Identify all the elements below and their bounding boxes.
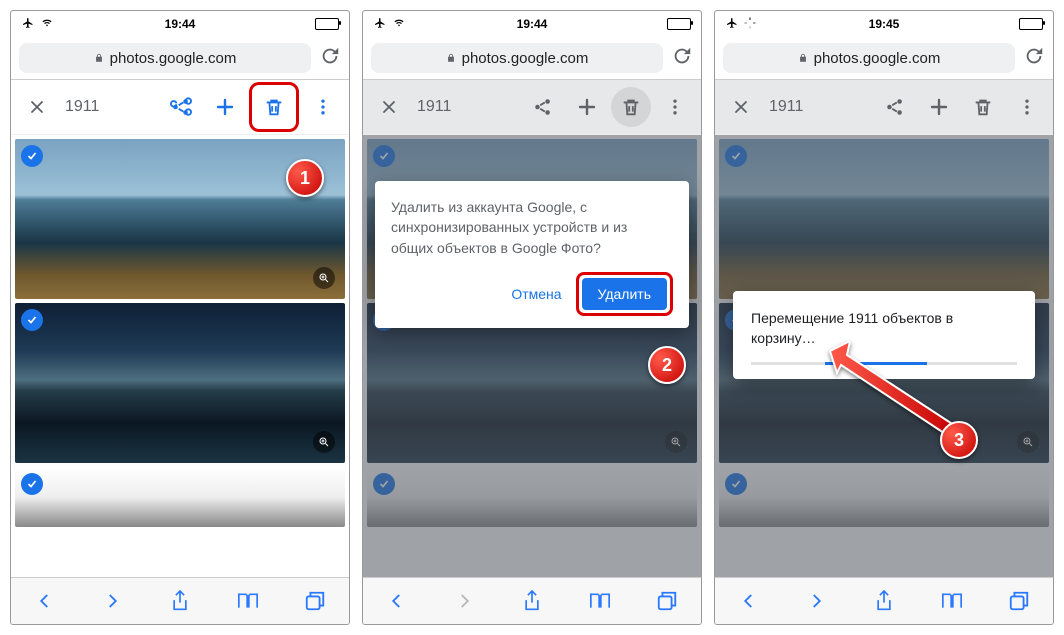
battery-icon [315, 18, 339, 30]
url-text: photos.google.com [110, 50, 237, 67]
reload-icon[interactable] [1023, 45, 1045, 72]
overflow-menu-button [1007, 87, 1047, 127]
lock-icon [798, 52, 808, 64]
status-time: 19:45 [715, 17, 1053, 31]
back-button[interactable] [28, 584, 62, 618]
trash-button[interactable] [254, 87, 294, 127]
add-to-button[interactable] [567, 87, 607, 127]
selection-count: 1911 [417, 98, 451, 116]
selection-toolbar: 1911 [363, 80, 701, 135]
selection-count: 1911 [65, 98, 99, 116]
close-selection-button[interactable] [369, 87, 409, 127]
selected-check-icon [373, 473, 395, 495]
tabs-button[interactable] [1002, 584, 1036, 618]
selected-check-icon [21, 309, 43, 331]
safari-share-button[interactable] [515, 584, 549, 618]
url-pill[interactable]: photos.google.com [723, 43, 1015, 73]
battery-icon [667, 18, 691, 30]
trash-button [963, 87, 1003, 127]
safari-share-button[interactable] [163, 584, 197, 618]
close-selection-button [721, 87, 761, 127]
share-button [875, 87, 915, 127]
back-button[interactable] [380, 584, 414, 618]
popover-message: Удалить из аккаунта Google, с синхронизи… [391, 197, 673, 258]
share-button[interactable] [523, 87, 563, 127]
bookmarks-button[interactable] [935, 584, 969, 618]
loading-spinner-icon [744, 17, 756, 32]
annotation-step-3: 3 [940, 421, 978, 459]
wifi-icon [392, 17, 406, 31]
lock-icon [94, 52, 104, 64]
delete-confirm-popover: Удалить из аккаунта Google, с синхронизи… [375, 181, 689, 328]
url-text: photos.google.com [814, 50, 941, 67]
zoom-icon [665, 431, 687, 453]
photo-thumbnail [719, 467, 1049, 527]
delete-button-highlight: Удалить [576, 272, 673, 316]
add-to-button [919, 87, 959, 127]
overflow-menu-button[interactable] [303, 87, 343, 127]
selected-check-icon [725, 145, 747, 167]
reload-icon[interactable] [671, 45, 693, 72]
url-text: photos.google.com [462, 50, 589, 67]
share-button[interactable] [161, 87, 201, 127]
zoom-icon [1017, 431, 1039, 453]
zoom-icon[interactable] [313, 267, 335, 289]
safari-address-bar: photos.google.com [715, 37, 1053, 80]
photo-grid[interactable] [11, 135, 349, 577]
battery-icon [1019, 18, 1043, 30]
safari-bottom-bar [715, 577, 1053, 624]
delete-button[interactable]: Удалить [582, 278, 667, 310]
forward-button[interactable] [95, 584, 129, 618]
url-pill[interactable]: photos.google.com [371, 43, 663, 73]
photo-thumbnail [367, 467, 697, 527]
selection-toolbar: 1911 [715, 80, 1053, 135]
lock-icon [446, 52, 456, 64]
safari-bottom-bar [363, 577, 701, 624]
bookmarks-button[interactable] [231, 584, 265, 618]
trash-button-highlight [249, 82, 299, 132]
selected-check-icon [21, 145, 43, 167]
status-time: 19:44 [363, 17, 701, 31]
photo-thumbnail [719, 139, 1049, 299]
overflow-menu-button[interactable] [655, 87, 695, 127]
add-to-button[interactable] [205, 87, 245, 127]
screenshot-1: 19:44 photos.google.com 1911 1 [10, 10, 350, 625]
tabs-button[interactable] [650, 584, 684, 618]
forward-button[interactable] [799, 584, 833, 618]
status-time: 19:44 [11, 17, 349, 31]
safari-share-button[interactable] [867, 584, 901, 618]
bookmarks-button[interactable] [583, 584, 617, 618]
url-pill[interactable]: photos.google.com [19, 43, 311, 73]
status-bar: 19:44 [363, 11, 701, 37]
wifi-icon [40, 17, 54, 31]
selected-check-icon [21, 473, 43, 495]
screenshot-3: 19:45 photos.google.com 1911 Перемещение… [714, 10, 1054, 625]
selection-count: 1911 [769, 98, 803, 116]
close-selection-button[interactable] [17, 87, 57, 127]
airplane-mode-icon [725, 17, 739, 32]
airplane-mode-icon [373, 17, 387, 32]
safari-address-bar: photos.google.com [11, 37, 349, 80]
tabs-button[interactable] [298, 584, 332, 618]
status-bar: 19:44 [11, 11, 349, 37]
reload-icon[interactable] [319, 45, 341, 72]
photo-thumbnail[interactable] [15, 467, 345, 527]
screenshot-2: 19:44 photos.google.com 1911 Удалить из … [362, 10, 702, 625]
zoom-icon[interactable] [313, 431, 335, 453]
cancel-button[interactable]: Отмена [507, 278, 565, 310]
trash-button[interactable] [611, 87, 651, 127]
annotation-step-1: 1 [286, 159, 324, 197]
selection-toolbar: 1911 [11, 80, 349, 135]
status-bar: 19:45 [715, 11, 1053, 37]
forward-button [447, 584, 481, 618]
photo-thumbnail[interactable] [15, 303, 345, 463]
back-button[interactable] [732, 584, 766, 618]
annotation-step-2: 2 [648, 346, 686, 384]
safari-address-bar: photos.google.com [363, 37, 701, 80]
safari-bottom-bar [11, 577, 349, 624]
airplane-mode-icon [21, 17, 35, 32]
selected-check-icon [725, 473, 747, 495]
selected-check-icon [373, 145, 395, 167]
